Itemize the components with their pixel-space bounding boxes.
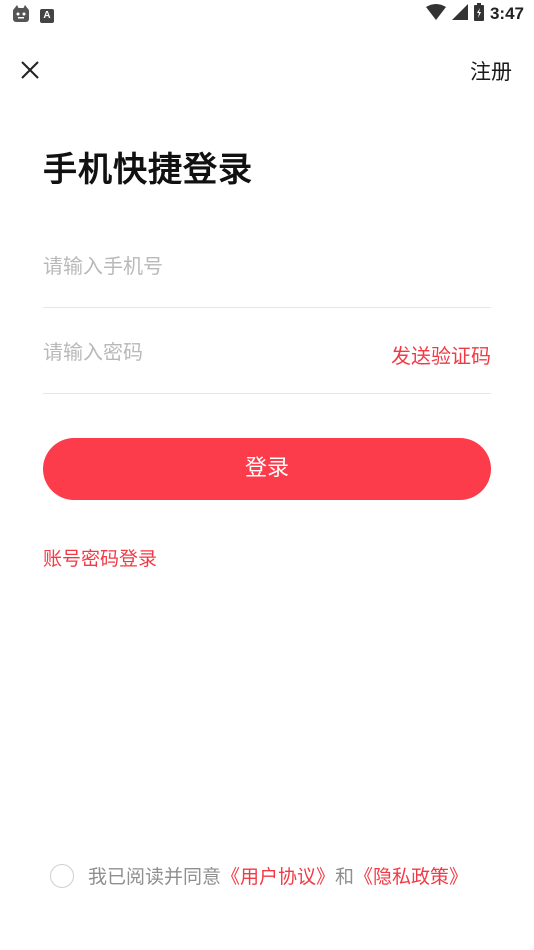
status-left: A (12, 5, 54, 27)
phone-field (43, 222, 491, 308)
battery-icon (473, 3, 484, 25)
wifi-icon (425, 4, 446, 24)
code-input[interactable] (43, 334, 363, 370)
register-link[interactable]: 注册 (470, 56, 512, 86)
top-bar: 注册 (0, 48, 534, 92)
privacy-policy-link[interactable]: 《隐私政策》 (354, 862, 468, 889)
status-bar: A 3:47 (0, 0, 534, 28)
cell-signal-icon (451, 4, 468, 24)
status-right: 3:47 (425, 3, 524, 25)
a-notification-icon: A (40, 9, 54, 23)
agreement-prefix: 我已阅读并同意 (88, 866, 222, 888)
agreement-conjunction: 和 (335, 866, 355, 888)
send-code-button[interactable]: 发送验证码 (391, 340, 491, 369)
cat-notification-icon (12, 5, 30, 27)
page-title: 手机快捷登录 (43, 150, 253, 190)
phone-input[interactable] (43, 248, 363, 284)
login-button[interactable]: 登录 (43, 438, 491, 500)
status-time: 3:47 (489, 4, 524, 23)
code-field: 发送验证码 (43, 308, 491, 394)
close-icon (21, 61, 39, 79)
agreement-row: 我已阅读并同意 《用户协议》 和 《隐私政策》 (50, 862, 468, 889)
agree-checkbox[interactable] (50, 863, 74, 888)
close-button[interactable] (14, 54, 46, 86)
account-password-login-link[interactable]: 账号密码登录 (43, 544, 157, 571)
user-agreement-link[interactable]: 《用户协议》 (221, 862, 335, 889)
